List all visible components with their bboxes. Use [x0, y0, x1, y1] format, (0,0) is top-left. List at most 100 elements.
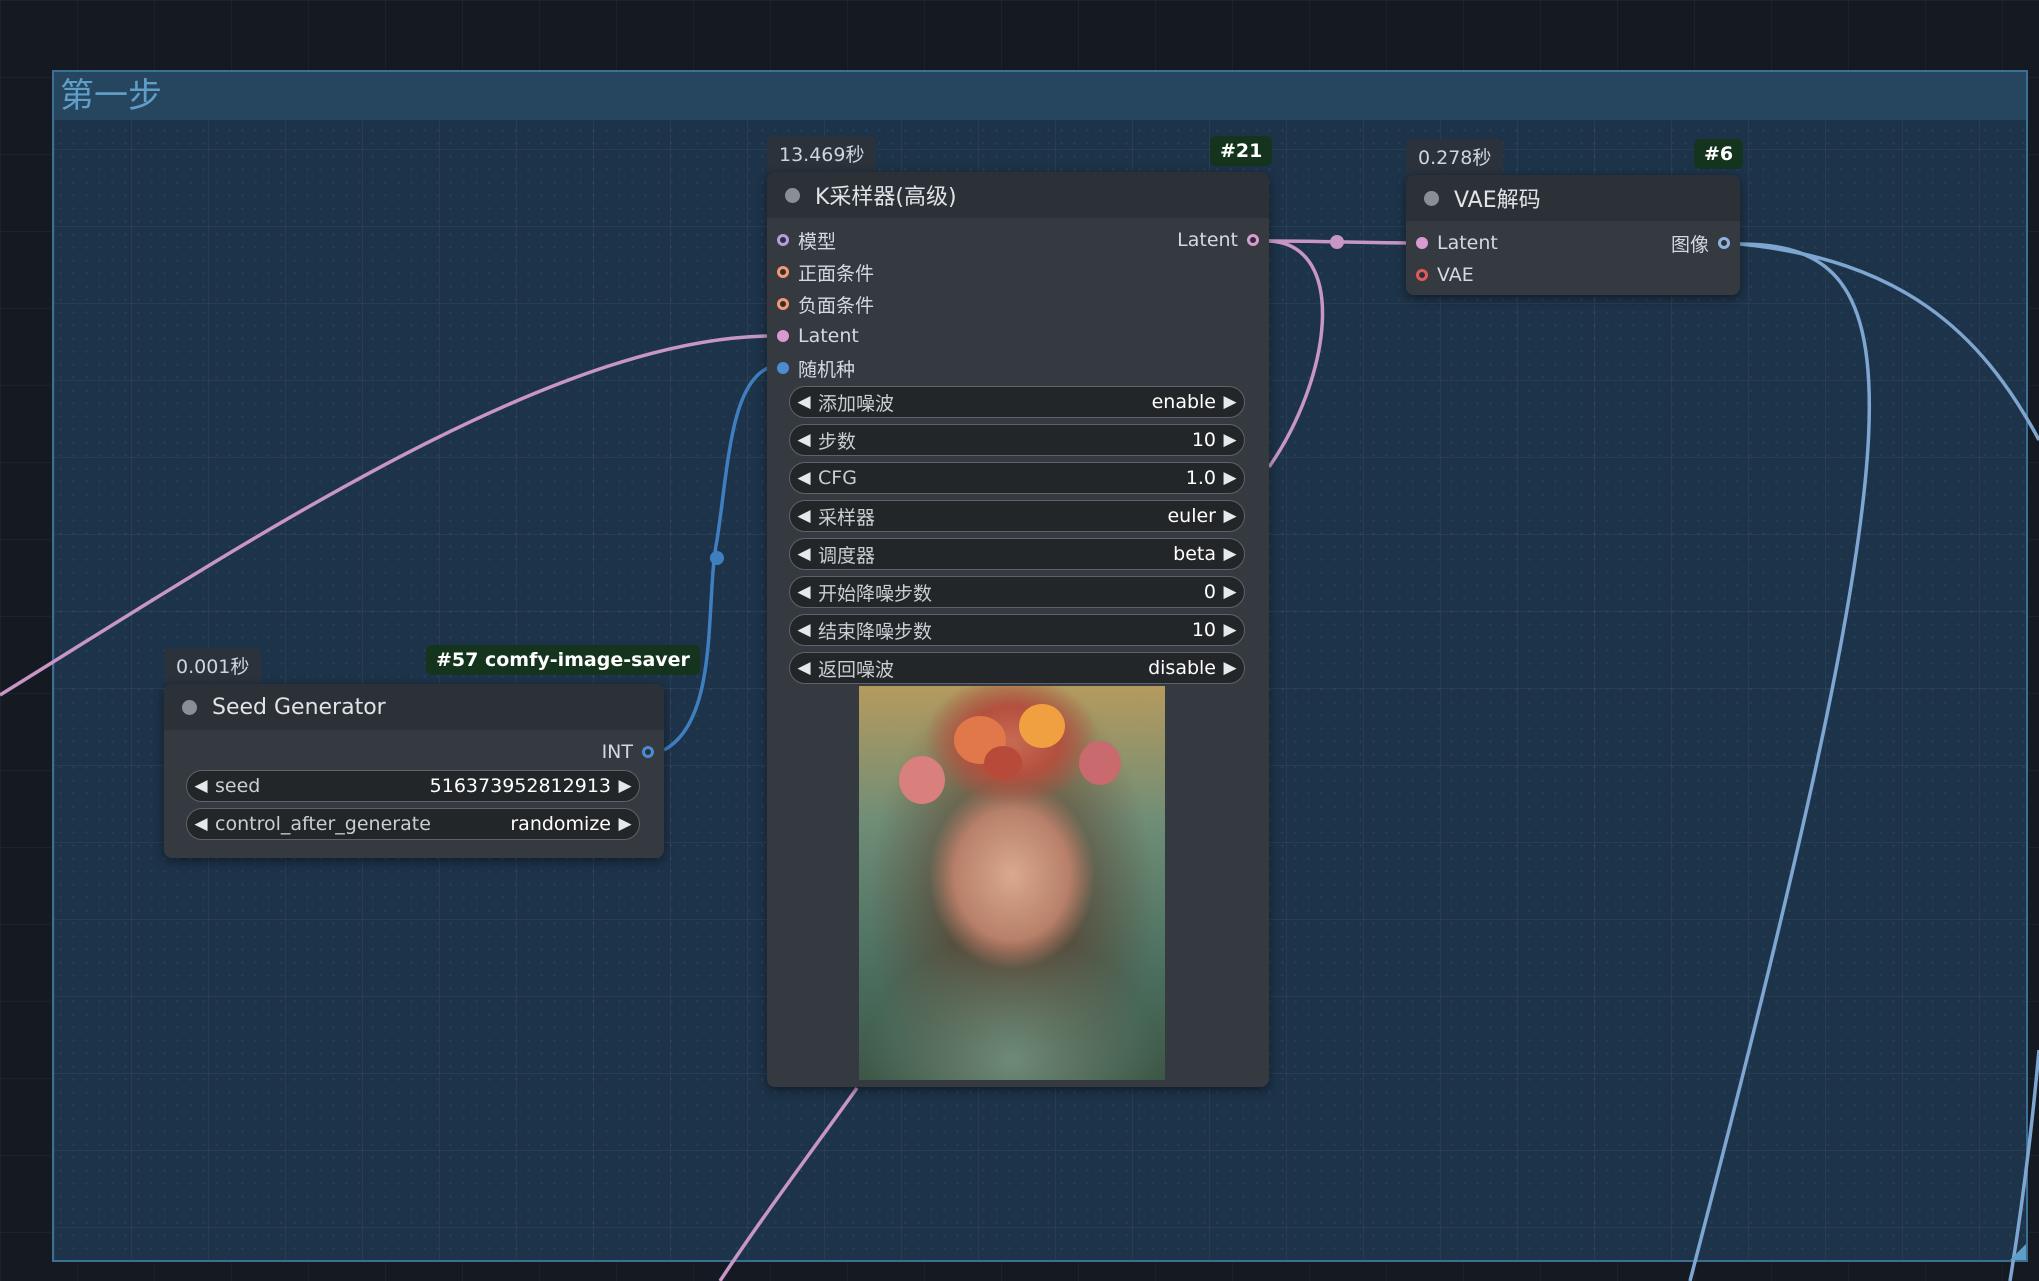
output-label-latent: Latent	[1177, 229, 1238, 251]
widget-value: randomize	[510, 813, 611, 835]
vae-decode-node[interactable]: VAE解码 Latent 图像 VAE	[1406, 175, 1740, 295]
seed-generator-node[interactable]: Seed Generator INT ◀ seed 51637395281291…	[164, 684, 664, 858]
decrement-arrow-icon[interactable]: ◀	[790, 506, 818, 526]
widget-seed[interactable]: ◀ seed 516373952812913 ▶	[186, 770, 640, 802]
collapse-dot-icon[interactable]	[1424, 190, 1439, 206]
widget-add-noise[interactable]: ◀ 添加噪波 enable ▶	[789, 386, 1245, 418]
ksampler-slot-row: 模型 Latent	[767, 224, 1269, 256]
input-slot-model[interactable]: 模型	[777, 227, 836, 254]
input-label-positive: 正面条件	[798, 262, 875, 285]
input-slot-positive[interactable]: 正面条件	[777, 259, 874, 286]
increment-arrow-icon[interactable]: ▶	[611, 814, 639, 834]
increment-arrow-icon[interactable]: ▶	[1216, 582, 1244, 602]
seed-exec-time: 0.001秒	[164, 648, 262, 683]
widget-label: control_after_generate	[215, 813, 431, 835]
vae-title: VAE解码	[1454, 188, 1541, 213]
decrement-arrow-icon[interactable]: ◀	[187, 814, 215, 834]
increment-arrow-icon[interactable]: ▶	[1216, 544, 1244, 564]
widget-value: euler	[1167, 505, 1216, 527]
widget-return-noise[interactable]: ◀ 返回噪波 disable ▶	[789, 652, 1245, 684]
input-slot-latent[interactable]: Latent	[777, 325, 859, 347]
output-slot-image[interactable]: 图像	[1671, 230, 1730, 257]
input-slot-latent[interactable]: Latent	[1416, 232, 1498, 254]
widget-label: 开始降噪步数	[818, 582, 933, 605]
widget-control-after-generate[interactable]: ◀ control_after_generate randomize ▶	[186, 808, 640, 840]
slot-int-dot-icon[interactable]	[642, 746, 654, 758]
decrement-arrow-icon[interactable]: ◀	[790, 468, 818, 488]
vae-slot-row: VAE	[1406, 259, 1740, 291]
slot-model-dot-icon[interactable]	[777, 234, 789, 246]
decrement-arrow-icon[interactable]: ◀	[790, 430, 818, 450]
increment-arrow-icon[interactable]: ▶	[1216, 620, 1244, 640]
flower-decoration	[984, 746, 1022, 780]
increment-arrow-icon[interactable]: ▶	[1216, 468, 1244, 488]
increment-arrow-icon[interactable]: ▶	[611, 776, 639, 796]
input-slot-seed[interactable]: 随机种	[777, 355, 855, 382]
widget-label: 调度器	[818, 544, 876, 567]
widget-label: 添加噪波	[818, 392, 895, 415]
flower-decoration	[1079, 741, 1121, 785]
vae-title-bar[interactable]: VAE解码	[1406, 175, 1740, 221]
slot-positive-dot-icon[interactable]	[777, 266, 789, 278]
widget-value: 1.0	[1185, 467, 1216, 489]
slot-vae-dot-icon[interactable]	[1416, 269, 1428, 281]
ksampler-exec-time: 13.469秒	[767, 136, 877, 171]
seed-title-bar[interactable]: Seed Generator	[164, 684, 664, 730]
widget-value: beta	[1173, 543, 1216, 565]
ksampler-node-id: #21	[1210, 136, 1273, 166]
slot-latent-dot-icon[interactable]	[1416, 237, 1428, 249]
widget-cfg[interactable]: ◀ CFG 1.0 ▶	[789, 462, 1245, 494]
decrement-arrow-icon[interactable]: ◀	[790, 392, 818, 412]
widget-label: CFG	[818, 467, 857, 489]
widget-sampler[interactable]: ◀ 采样器 euler ▶	[789, 500, 1245, 532]
group-title[interactable]: 第一步	[54, 72, 2026, 120]
input-label-model: 模型	[798, 230, 837, 253]
decrement-arrow-icon[interactable]: ◀	[790, 658, 818, 678]
collapse-dot-icon[interactable]	[785, 187, 800, 203]
widget-scheduler[interactable]: ◀ 调度器 beta ▶	[789, 538, 1245, 570]
widget-label: seed	[215, 775, 261, 797]
collapse-dot-icon[interactable]	[182, 699, 197, 715]
seed-node-id: #57 comfy-image-saver	[426, 645, 700, 675]
ksampler-title-bar[interactable]: K采样器(高级)	[767, 172, 1269, 218]
increment-arrow-icon[interactable]: ▶	[1216, 506, 1244, 526]
widget-label: 步数	[818, 430, 857, 453]
widget-label: 结束降噪步数	[818, 620, 933, 643]
slot-latent-out-dot-icon[interactable]	[1247, 234, 1259, 246]
widget-value: enable	[1151, 391, 1216, 413]
slot-negative-dot-icon[interactable]	[777, 298, 789, 310]
input-label-negative: 负面条件	[798, 294, 875, 317]
slot-image-dot-icon[interactable]	[1718, 237, 1730, 249]
vae-exec-time: 0.278秒	[1406, 139, 1504, 174]
input-slot-vae[interactable]: VAE	[1416, 264, 1474, 286]
widget-start-step[interactable]: ◀ 开始降噪步数 0 ▶	[789, 576, 1245, 608]
output-slot-int[interactable]: INT	[602, 741, 654, 763]
decrement-arrow-icon[interactable]: ◀	[790, 582, 818, 602]
ksampler-node[interactable]: K采样器(高级) 模型 Latent 正面条件 负面条件 Latent 随机种 …	[767, 172, 1269, 1087]
preview-image[interactable]	[859, 686, 1165, 1080]
seed-title: Seed Generator	[212, 694, 386, 720]
slot-seed-dot-icon[interactable]	[777, 362, 789, 374]
output-label-int: INT	[601, 741, 633, 763]
increment-arrow-icon[interactable]: ▶	[1216, 430, 1244, 450]
input-label-latent: Latent	[1437, 232, 1498, 254]
flower-decoration	[899, 756, 945, 804]
vae-node-id: #6	[1694, 139, 1744, 169]
input-label-seed: 随机种	[798, 358, 856, 381]
widget-value: 10	[1191, 619, 1216, 641]
decrement-arrow-icon[interactable]: ◀	[790, 544, 818, 564]
input-slot-negative[interactable]: 负面条件	[777, 291, 874, 318]
flower-decoration	[1019, 704, 1065, 748]
ksampler-slot-row: 随机种	[767, 352, 1269, 384]
increment-arrow-icon[interactable]: ▶	[1216, 392, 1244, 412]
ksampler-slot-row: Latent	[767, 320, 1269, 352]
widget-end-step[interactable]: ◀ 结束降噪步数 10 ▶	[789, 614, 1245, 646]
output-slot-latent[interactable]: Latent	[1177, 229, 1259, 251]
seed-slot-row: INT	[164, 736, 664, 768]
slot-latent-in-dot-icon[interactable]	[777, 330, 789, 342]
decrement-arrow-icon[interactable]: ◀	[790, 620, 818, 640]
widget-steps[interactable]: ◀ 步数 10 ▶	[789, 424, 1245, 456]
increment-arrow-icon[interactable]: ▶	[1216, 658, 1244, 678]
decrement-arrow-icon[interactable]: ◀	[187, 776, 215, 796]
ksampler-slot-row: 正面条件	[767, 256, 1269, 288]
